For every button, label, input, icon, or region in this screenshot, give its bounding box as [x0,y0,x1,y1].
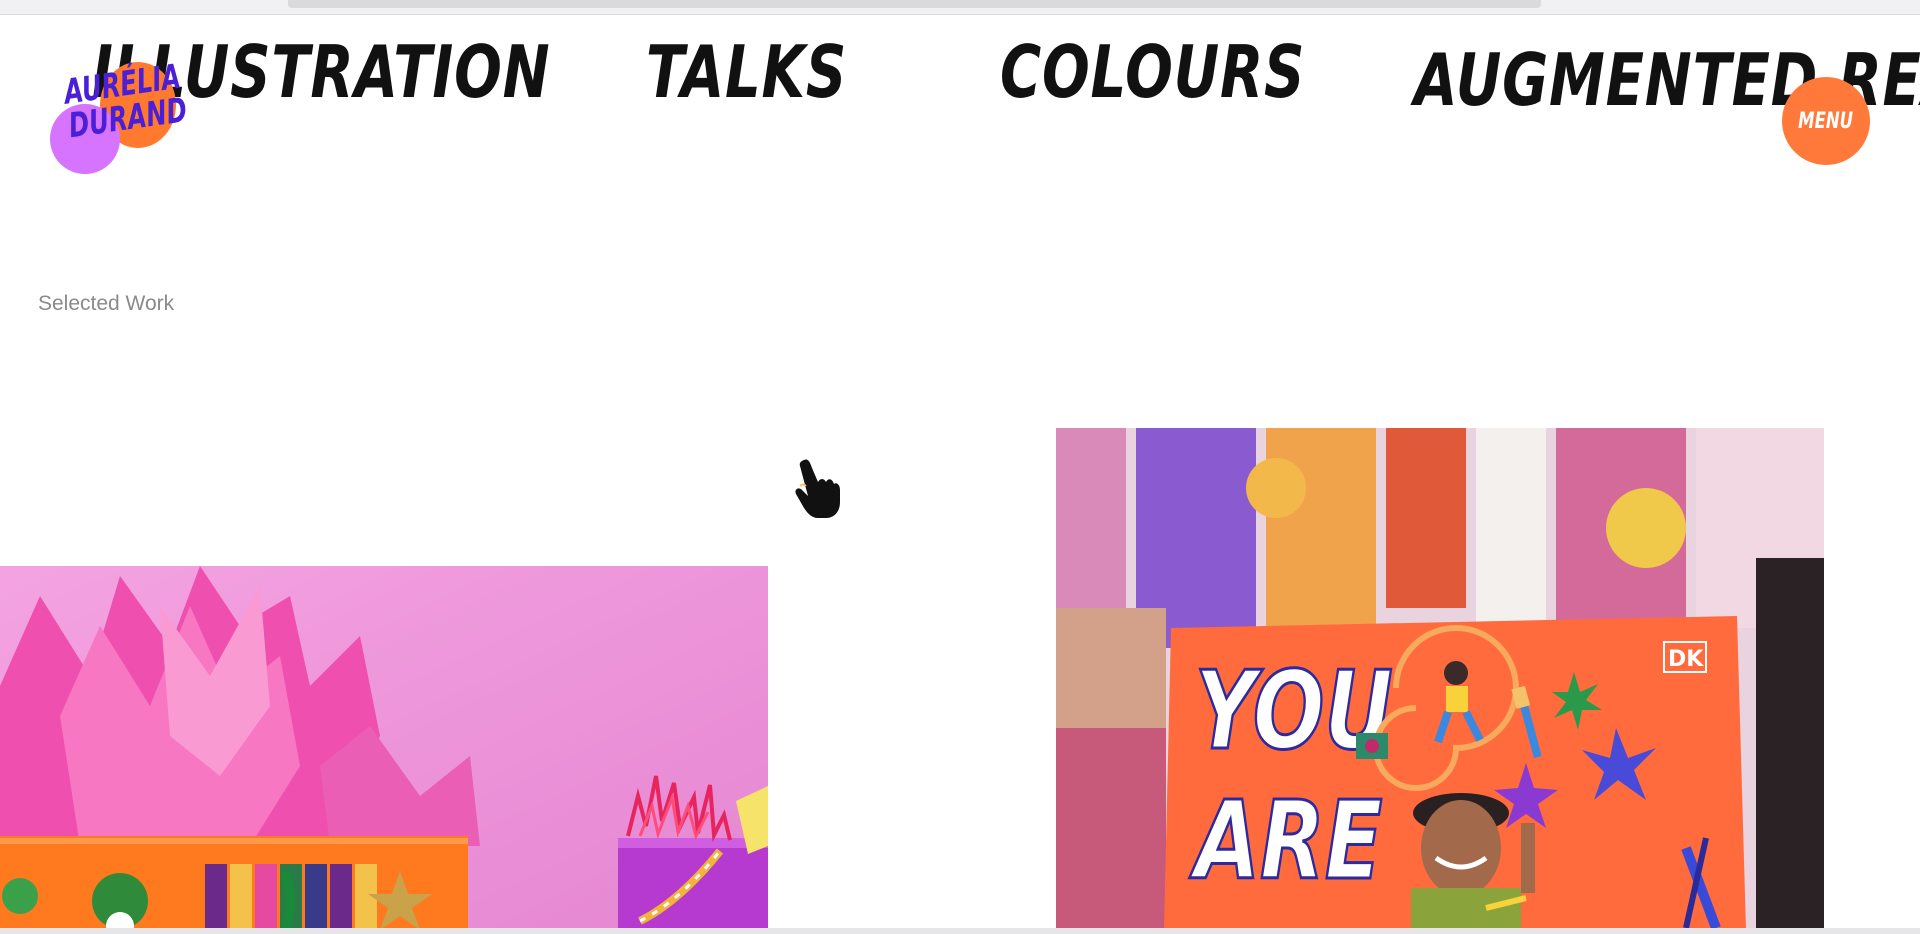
browser-top-bar [0,0,1920,15]
pointer-hand-icon [795,459,840,518]
marquee-item-talks[interactable]: TALKS [646,30,847,114]
menu-label: MENU [1798,108,1854,134]
gift-bags-image [0,566,768,930]
horizontal-scrollbar[interactable] [288,0,1541,8]
book-image: YOU ARE DK [1056,428,1824,930]
project-card-book[interactable]: YOU ARE DK [1056,428,1824,930]
section-title: Selected Work [38,292,175,315]
category-marquee: ILLUSTRATION TALKS COLOURS AUGMENTED REA… [0,30,1920,130]
publisher-badge: DK [1668,647,1704,672]
project-card-gift-bags[interactable] [0,566,768,930]
site-logo[interactable]: AURÉLIA DURAND [48,57,190,182]
menu-button[interactable]: MENU [1782,77,1870,165]
browser-bottom-bar [0,928,1920,934]
cover-word-are: ARE [1189,778,1383,904]
logo-text: AURÉLIA DURAND [62,57,190,147]
marquee-item-colours[interactable]: COLOURS [1000,30,1305,114]
